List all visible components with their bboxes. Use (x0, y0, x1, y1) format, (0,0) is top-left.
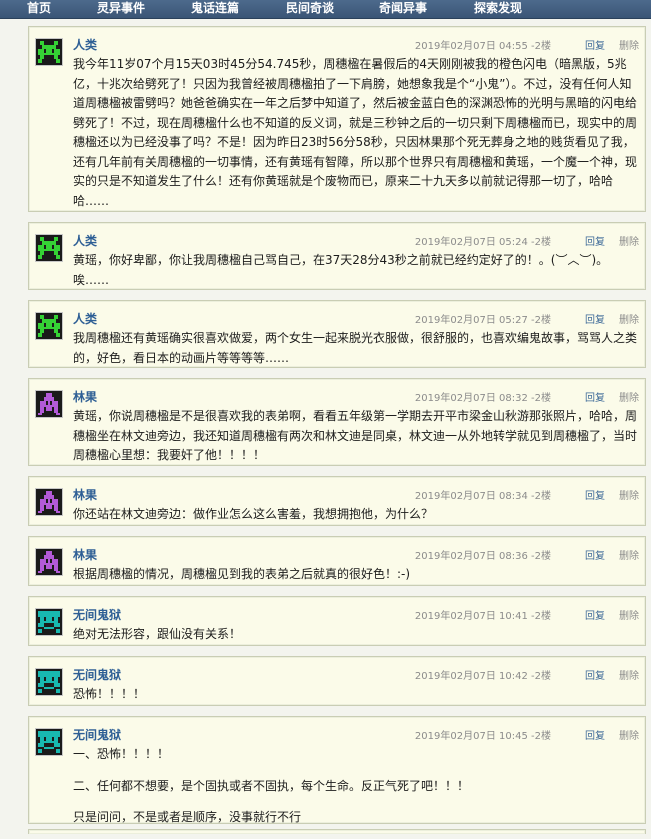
comment-body: 绝对无法形容，跟仙没有关系！ (73, 625, 638, 645)
comment-author[interactable]: 林果 (73, 388, 97, 405)
comment-body: 黄瑶，你说周穗楹是不是很喜欢我的表弟啊，看看五年级第一学期去开平市梁金山秋游那张… (73, 407, 638, 466)
comment-item: 林果 2019年02月07日 08:34 -2楼 回复 删除 你还站在林文迪旁边：做… (28, 476, 646, 526)
comment-item: 人类 2019年02月07日 05:27 -2楼 回复 删除 我周穗楹还有黄瑶确实很… (28, 300, 646, 368)
delete-link[interactable]: 删除 (619, 237, 639, 248)
comment-paragraph: 绝对无法形容，跟仙没有关系！ (73, 627, 242, 641)
nav-ghost-stories[interactable]: 鬼话连篇 (191, 0, 239, 18)
green-invader-avatar-icon (35, 38, 63, 66)
delete-link[interactable]: 删除 (619, 731, 639, 742)
comment-body: 我周穗楹还有黄瑶确实很喜欢做爱，两个女生一起来脱光衣服做，很舒服的，也喜欢编鬼故… (73, 329, 638, 368)
comment-item: 无间鬼狱 2019年02月07日 10:41 -2楼 回复 删除 绝对无法形容，跟仙… (28, 596, 646, 646)
comment-meta: 2019年02月07日 08:36 -2楼 回复 删除 (415, 547, 639, 562)
purple-invader-avatar-icon (35, 390, 63, 418)
comment-body: 我今年11岁07个月15天03时45分54.745秒，周穗楹在暑假后的4天刚刚被… (73, 55, 638, 211)
comment-paragraph: 根据周穗楹的情况，周穗楹见到我的表弟之后就真的很好色！:-) (73, 567, 411, 581)
comment-item: 林果 2019年02月07日 08:32 -2楼 回复 删除 黄瑶，你说周穗楹是不是… (28, 378, 646, 466)
nav-folk-tales[interactable]: 民间奇谈 (286, 0, 334, 18)
comment-author[interactable]: 无间鬼狱 (73, 666, 121, 683)
reply-link[interactable]: 回复 (585, 41, 605, 52)
comment-paragraph: 黄瑶，你说周穗楹是不是很喜欢我的表弟啊，看看五年级第一学期去开平市梁金山秋游那张… (73, 409, 638, 462)
reply-link[interactable]: 回复 (585, 551, 605, 562)
nav-explore-discover[interactable]: 探索发现 (474, 0, 522, 18)
comment-author[interactable]: 无间鬼狱 (73, 726, 121, 743)
reply-link[interactable]: 回复 (585, 731, 605, 742)
comment-body: 恐怖！！！！ (73, 685, 638, 705)
comment-meta: 2019年02月07日 10:45 -2楼 回复 删除 (415, 727, 639, 742)
comment-time: 2019年02月07日 04:55 -2楼 (414, 41, 551, 52)
purple-invader-avatar-icon (35, 488, 63, 516)
comment-paragraph: 一、恐怖！！！！ (73, 747, 170, 761)
comment-author[interactable]: 林果 (73, 546, 97, 563)
comment-time: 2019年02月07日 10:45 -2楼 (414, 731, 551, 742)
nav-supernatural-events[interactable]: 灵异事件 (97, 0, 145, 18)
teal-invader-avatar-icon (35, 608, 63, 636)
delete-link[interactable]: 删除 (619, 41, 639, 52)
green-invader-avatar-icon (35, 312, 63, 340)
comment-body: 一、恐怖！！！！ 二、任何都不想要，是个固执或者不固执，每个生命。反正气死了吧！… (73, 745, 638, 828)
reply-link[interactable]: 回复 (585, 237, 605, 248)
reply-link[interactable]: 回复 (585, 611, 605, 622)
comment-item-partial (28, 829, 646, 834)
delete-link[interactable]: 删除 (619, 611, 639, 622)
comment-author[interactable]: 人类 (73, 310, 97, 327)
comment-time: 2019年02月07日 08:34 -2楼 (414, 491, 551, 502)
teal-invader-avatar-icon (35, 728, 63, 756)
comment-item: 无间鬼狱 2019年02月07日 10:45 -2楼 回复 删除 一、恐怖！！！！ … (28, 716, 646, 824)
comment-meta: 2019年02月07日 04:55 -2楼 回复 删除 (415, 37, 639, 52)
comment-body: 你还站在林文迪旁边：做作业怎么这么害羞，我想拥抱他，为什么？ (73, 505, 638, 525)
comment-author[interactable]: 人类 (73, 232, 97, 249)
comment-item: 林果 2019年02月07日 08:36 -2楼 回复 删除 根据周穗楹的情况，周穗… (28, 536, 646, 586)
comment-paragraph: 你还站在林文迪旁边：做作业怎么这么害羞，我想拥抱他，为什么？ (73, 507, 434, 521)
delete-link[interactable]: 删除 (619, 393, 639, 404)
comment-paragraph: 恐怖！！！！ (73, 687, 146, 701)
comment-time: 2019年02月07日 05:27 -2楼 (414, 315, 551, 326)
comment-paragraph: 我今年11岁07个月15天03时45分54.745秒，周穗楹在暑假后的4天刚刚被… (73, 57, 638, 208)
nav-home[interactable]: 首页 (27, 0, 51, 18)
comment-meta: 2019年02月07日 05:24 -2楼 回复 删除 (415, 233, 639, 248)
comment-meta: 2019年02月07日 08:34 -2楼 回复 删除 (415, 487, 639, 502)
purple-invader-avatar-icon (35, 548, 63, 576)
comment-paragraph: 二、任何都不想要，是个固执或者不固执，每个生命。反正气死了吧！！！ (73, 778, 470, 793)
comment-meta: 2019年02月07日 08:32 -2楼 回复 删除 (415, 389, 639, 404)
delete-link[interactable]: 删除 (619, 491, 639, 502)
comment-body: 根据周穗楹的情况，周穗楹见到我的表弟之后就真的很好色！:-) (73, 565, 638, 585)
comment-time: 2019年02月07日 10:42 -2楼 (414, 671, 551, 682)
reply-link[interactable]: 回复 (585, 315, 605, 326)
comment-time: 2019年02月07日 08:36 -2楼 (414, 551, 551, 562)
comment-list: 人类 2019年02月07日 04:55 -2楼 回复 删除 我今年11岁07个月1… (28, 26, 646, 834)
comment-meta: 2019年02月07日 05:27 -2楼 回复 删除 (415, 311, 639, 326)
delete-link[interactable]: 删除 (619, 551, 639, 562)
comment-author[interactable]: 无间鬼狱 (73, 606, 121, 623)
top-navigation: 首页 灵异事件 鬼话连篇 民间奇谈 奇闻异事 探索发现 (0, 0, 651, 19)
reply-link[interactable]: 回复 (585, 491, 605, 502)
delete-link[interactable]: 删除 (619, 315, 639, 326)
delete-link[interactable]: 删除 (619, 671, 639, 682)
reply-link[interactable]: 回复 (585, 393, 605, 404)
teal-invader-avatar-icon (35, 668, 63, 696)
comment-author[interactable]: 人类 (73, 36, 97, 53)
comment-time: 2019年02月07日 10:41 -2楼 (414, 611, 551, 622)
comment-paragraph: 黄瑶，你好卑鄙，你让我周穗楹自己骂自己，在37天28分43秒之前就已经约定好了的… (73, 253, 609, 287)
comment-body: 黄瑶，你好卑鄙，你让我周穗楹自己骂自己，在37天28分43秒之前就已经约定好了的… (73, 251, 638, 290)
comment-paragraph: 只是问问，不是或者是顺序，没事就行不行 (73, 810, 302, 824)
comment-paragraph: 我周穗楹还有黄瑶确实很喜欢做爱，两个女生一起来脱光衣服做，很舒服的，也喜欢编鬼故… (73, 331, 638, 365)
comment-item: 无间鬼狱 2019年02月07日 10:42 -2楼 回复 删除 恐怖！！！！ (28, 656, 646, 706)
green-invader-avatar-icon (35, 234, 63, 262)
comment-meta: 2019年02月07日 10:41 -2楼 回复 删除 (415, 607, 639, 622)
comment-item: 人类 2019年02月07日 05:24 -2楼 回复 删除 黄瑶，你好卑鄙，你让我… (28, 222, 646, 290)
nav-strange-news[interactable]: 奇闻异事 (379, 0, 427, 18)
comment-time: 2019年02月07日 08:32 -2楼 (414, 393, 551, 404)
comment-time: 2019年02月07日 05:24 -2楼 (414, 237, 551, 248)
comment-meta: 2019年02月07日 10:42 -2楼 回复 删除 (415, 667, 639, 682)
comment-author[interactable]: 林果 (73, 486, 97, 503)
reply-link[interactable]: 回复 (585, 671, 605, 682)
comment-item: 人类 2019年02月07日 04:55 -2楼 回复 删除 我今年11岁07个月1… (28, 26, 646, 212)
